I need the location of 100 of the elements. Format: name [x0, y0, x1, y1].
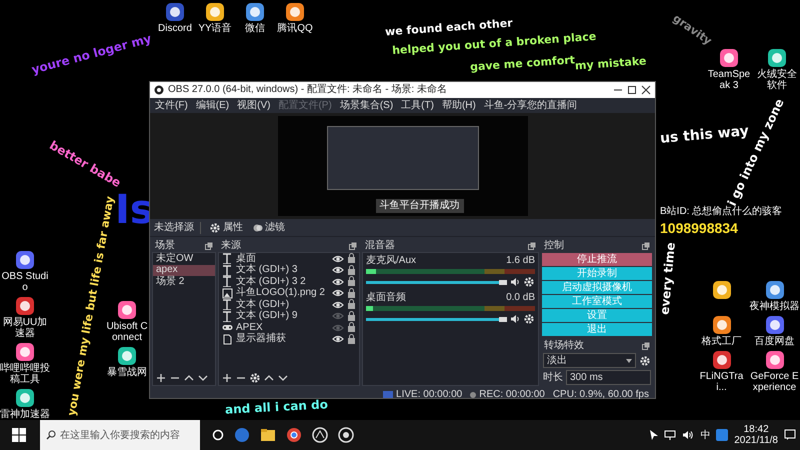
eye-icon[interactable] — [332, 276, 344, 287]
app-icon[interactable] — [767, 48, 787, 68]
float-icon[interactable] — [528, 242, 536, 250]
duration-field[interactable]: 300 ms — [566, 370, 651, 385]
filters-button[interactable]: 滤镜 — [251, 222, 287, 234]
app-icon[interactable] — [245, 2, 265, 22]
task-view-icon[interactable] — [212, 429, 224, 441]
scene-item[interactable]: apex — [153, 264, 215, 276]
app-icon[interactable] — [117, 346, 137, 366]
move-up-icon[interactable] — [264, 373, 274, 383]
scene-item[interactable]: 未定OW — [153, 253, 215, 264]
app-icon[interactable] — [712, 280, 732, 300]
app-icon[interactable] — [205, 2, 225, 22]
record-dot-icon — [470, 392, 476, 398]
close-icon[interactable] — [641, 85, 651, 95]
lock-icon[interactable] — [347, 299, 356, 310]
app-icon[interactable] — [285, 2, 305, 22]
source-item[interactable]: APEX — [236, 322, 329, 334]
float-icon[interactable] — [642, 242, 650, 250]
menu-item[interactable]: 编辑(E) — [196, 100, 230, 112]
ime-indicator[interactable]: 中 — [700, 428, 710, 442]
transition-dropdown[interactable]: 淡出 — [543, 353, 636, 368]
eye-icon[interactable] — [332, 265, 344, 276]
eye-icon[interactable] — [332, 300, 344, 310]
float-icon[interactable] — [642, 342, 650, 350]
dock-title: 混音器 — [365, 240, 395, 252]
lock-icon[interactable] — [347, 276, 356, 288]
move-up-icon[interactable] — [184, 373, 194, 383]
app-icon[interactable] — [712, 315, 732, 335]
app-icon[interactable] — [165, 2, 185, 22]
speaker-icon[interactable] — [510, 277, 520, 287]
lock-icon[interactable] — [347, 322, 356, 334]
slider-thumb[interactable] — [499, 316, 507, 322]
app-icon[interactable] — [15, 296, 35, 316]
app-icon[interactable] — [338, 427, 354, 443]
source-item[interactable]: 显示器捕获 — [236, 333, 329, 346]
slider-thumb[interactable] — [499, 280, 507, 284]
menu-item[interactable]: 斗鱼-分享您的直播间 — [484, 100, 578, 112]
source-item[interactable]: 文本 (GDI+) — [236, 298, 329, 311]
eye-icon[interactable] — [332, 254, 344, 264]
properties-button[interactable]: 属性 — [207, 222, 245, 234]
lock-icon[interactable] — [347, 253, 356, 264]
browser-icon[interactable] — [286, 427, 302, 443]
lock-icon[interactable] — [347, 264, 356, 276]
maximize-icon[interactable] — [627, 85, 637, 95]
app-icon[interactable] — [15, 342, 35, 362]
float-icon[interactable] — [349, 242, 357, 250]
network-icon[interactable] — [664, 430, 676, 440]
source-item[interactable]: 桌面 — [236, 252, 329, 265]
notification-icon[interactable] — [784, 429, 796, 441]
app-icon[interactable] — [15, 250, 35, 270]
eye-icon[interactable] — [332, 334, 344, 344]
search-field[interactable]: 在这里输入你要搜索的内容 — [40, 420, 200, 450]
icon-label: 哔哩哔哩投稿工具 — [0, 363, 50, 385]
menu-item[interactable]: 工具(T) — [401, 100, 434, 112]
menu-item[interactable]: 场景集合(S) — [340, 100, 394, 112]
app-icon[interactable] — [15, 388, 35, 408]
lyric-text: us this way — [660, 124, 750, 148]
icon-label: 微信 — [245, 23, 265, 34]
menu-item[interactable]: 文件(F) — [155, 100, 188, 112]
source-item[interactable]: 文本 (GDI+) 9 — [236, 310, 329, 322]
settings-icon[interactable] — [250, 373, 260, 383]
settings-icon[interactable] — [523, 313, 535, 325]
cursor-icon[interactable] — [650, 430, 658, 440]
app-icon[interactable] — [764, 350, 784, 370]
app-icon[interactable] — [117, 300, 137, 320]
icon-label: YY语音 — [198, 23, 232, 34]
settings-icon[interactable] — [639, 354, 651, 366]
lock-icon[interactable] — [347, 310, 356, 322]
lock-icon[interactable] — [347, 288, 356, 299]
window-title: OBS 27.0.0 (64-bit, windows) - 配置文件: 未命名 - 场景: 未命名 — [168, 84, 448, 96]
move-down-icon[interactable] — [278, 373, 288, 383]
add-icon[interactable] — [156, 373, 166, 383]
dock-title: 转场特效 — [544, 340, 584, 352]
source-item[interactable]: 文本 (GDI+) 3 2 — [236, 276, 329, 288]
app-icon[interactable] — [764, 315, 784, 335]
control-button[interactable]: 停止推流 — [542, 253, 652, 266]
menu-item[interactable]: 视图(V) — [237, 100, 270, 112]
move-down-icon[interactable] — [198, 373, 208, 383]
app-logo-icon — [154, 85, 164, 95]
app-icon[interactable] — [719, 48, 739, 68]
folder-icon[interactable] — [260, 427, 276, 443]
menu-item[interactable]: 帮助(H) — [442, 100, 476, 112]
settings-icon[interactable] — [523, 276, 535, 288]
app-icon[interactable] — [764, 280, 784, 300]
source-item[interactable]: 斗鱼LOGO(1).png 2 — [236, 287, 329, 300]
speaker-icon[interactable] — [510, 314, 520, 324]
source-item[interactable]: 文本 (GDI+) 3 — [236, 264, 329, 276]
app-icon[interactable] — [712, 350, 732, 370]
eye-icon[interactable] — [332, 288, 344, 298]
scene-item[interactable]: 场景 2 — [153, 276, 215, 288]
app-icon[interactable] — [312, 427, 328, 443]
speaker-icon[interactable] — [682, 430, 694, 440]
clock-date[interactable]: 2021/11/8 — [734, 435, 778, 446]
clock-time[interactable]: 18:42 — [744, 424, 769, 435]
text-source-icon — [222, 264, 233, 276]
lock-icon[interactable] — [347, 334, 356, 345]
add-icon[interactable] — [222, 373, 232, 383]
float-icon[interactable] — [205, 242, 213, 250]
start-icon[interactable] — [12, 428, 26, 442]
